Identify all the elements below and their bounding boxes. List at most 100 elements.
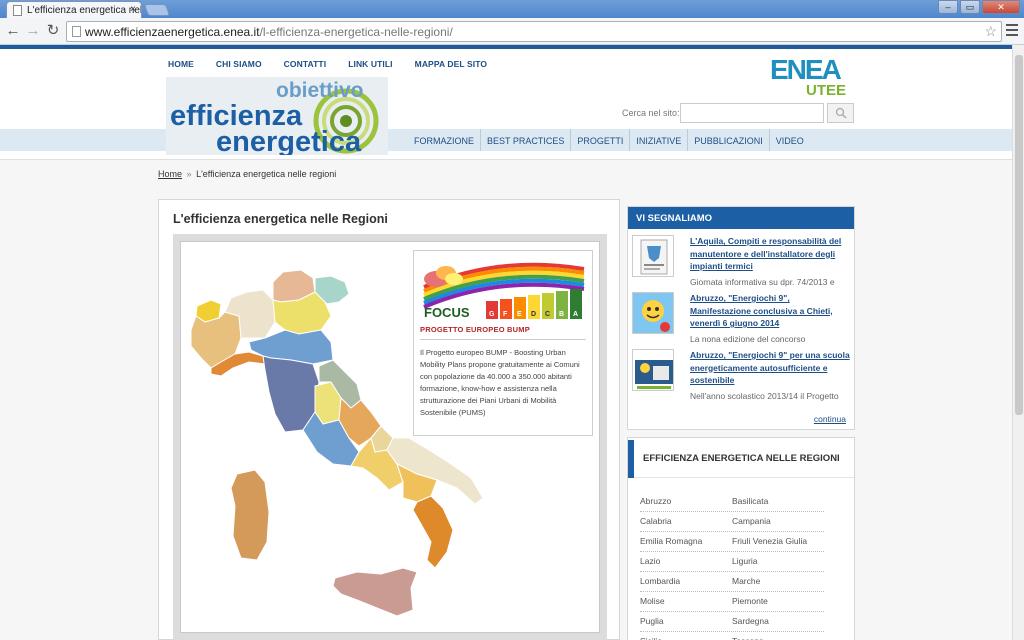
svg-text:C: C (545, 311, 550, 318)
region-link[interactable]: Emilia Romagna (640, 532, 732, 551)
forward-icon[interactable]: → (24, 22, 42, 40)
menu-video[interactable]: VIDEO (770, 129, 810, 151)
continua-link[interactable]: continua (814, 414, 846, 424)
region-sicilia[interactable] (332, 567, 418, 617)
focus-description: Il Progetto europeo BUMP - Boosting Urba… (420, 348, 580, 417)
topnav-contatti[interactable]: CONTATTI (284, 59, 327, 69)
maximize-button[interactable]: ▭ (960, 0, 980, 14)
page-title: L'efficienza energetica nelle Regioni (173, 212, 388, 226)
region-link[interactable]: Sardegna (732, 612, 824, 631)
search-icon (835, 107, 847, 119)
menu-pubblicazioni[interactable]: PUBBLICAZIONI (688, 129, 770, 151)
news-summary: La nona edizione del concorso (690, 334, 806, 344)
breadcrumb-current: L'efficienza energetica nelle regioni (196, 169, 337, 179)
focus-project-box[interactable]: FOCUS G F E D C B A PROGETTO EUROPEO BUM… (413, 250, 593, 436)
bookmark-star-icon[interactable]: ☆ (984, 23, 997, 40)
region-link[interactable]: Lombardia (640, 572, 732, 591)
region-link[interactable]: Sicilia (640, 632, 732, 640)
breadcrumb-separator: » (186, 169, 192, 179)
region-row: Lazio Liguria (640, 552, 824, 572)
url-host: www.efficienzaenergetica.enea.it (85, 25, 260, 39)
main-menu: FORMAZIONE BEST PRACTICES PROGETTI INIZI… (408, 129, 810, 151)
region-link[interactable]: Puglia (640, 612, 732, 631)
topnav-link-utili[interactable]: LINK UTILI (348, 59, 392, 69)
region-link[interactable]: Abruzzo (640, 492, 732, 511)
enea-text: ENEA (770, 54, 842, 85)
logo-line1: obiettivo (276, 79, 364, 102)
topnav-chi-siamo[interactable]: CHI SIAMO (216, 59, 262, 69)
svg-text:E: E (517, 311, 522, 318)
minimize-button[interactable]: – (938, 0, 958, 14)
news-title[interactable]: L'Aquila, Compiti e responsabilità del m… (690, 235, 850, 273)
vi-segnaliamo-panel: VI SEGNALIAMO L'Aquila, Compiti e respon… (627, 206, 855, 430)
menu-formazione[interactable]: FORMAZIONE (408, 129, 481, 151)
topnav-home[interactable]: HOME (168, 59, 194, 69)
focus-logo-text: FOCUS (424, 305, 470, 320)
focus-banner-image: FOCUS G F E D C B A (420, 257, 586, 321)
region-link[interactable]: Campania (732, 512, 824, 531)
focus-divider (420, 339, 586, 340)
region-link[interactable]: Molise (640, 592, 732, 611)
news-thumbnail[interactable] (632, 235, 674, 277)
region-link[interactable]: Marche (732, 572, 824, 591)
region-row: Molise Piemonte (640, 592, 824, 612)
news-thumbnail[interactable] (632, 349, 674, 391)
window-controls: – ▭ ✕ (938, 0, 1020, 14)
svg-text:D: D (531, 311, 536, 318)
italy-map-panel: FOCUS G F E D C B A PROGETTO EUROPEO BUM… (180, 241, 600, 633)
region-link[interactable]: Liguria (732, 552, 824, 571)
reload-icon[interactable]: ↻ (44, 22, 62, 40)
region-calabria[interactable] (412, 495, 454, 569)
region-row: Calabria Campania (640, 512, 824, 532)
region-link[interactable]: Toscana (732, 632, 824, 640)
region-row: Emilia Romagna Friuli Venezia Giulia (640, 532, 824, 552)
new-tab-button[interactable] (143, 4, 171, 16)
map-frame: FOCUS G F E D C B A PROGETTO EUROPEO BUM… (173, 234, 607, 640)
browser-menu-icon[interactable] (1006, 24, 1018, 39)
region-link[interactable]: Basilicata (732, 492, 824, 511)
enea-logo[interactable]: ENEA UTEE (770, 53, 854, 99)
news-summary: Nell'anno scolastico 2013/14 il Progetto (690, 391, 839, 401)
page-scrollbar[interactable] (1012, 45, 1024, 640)
region-sardegna[interactable] (230, 469, 270, 561)
vi-segnaliamo-title: VI SEGNALIAMO (628, 207, 854, 229)
region-link[interactable]: Calabria (640, 512, 732, 531)
region-row: Lombardia Marche (640, 572, 824, 592)
browser-toolbar: ← → ↻ www.efficienzaenergetica.enea.it/l… (0, 18, 1024, 45)
browser-tab[interactable]: L'efficienza energetica nelle r × (6, 1, 142, 18)
region-link[interactable]: Piemonte (732, 592, 824, 611)
page-icon (72, 26, 81, 37)
regions-list: Abruzzo Basilicata Calabria Campania Emi… (640, 492, 824, 640)
page-icon (13, 5, 22, 16)
menu-iniziative[interactable]: INIZIATIVE (630, 129, 689, 151)
regions-title: EFFICIENZA ENERGETICA NELLE REGIONI (643, 453, 840, 464)
utee-text: UTEE (806, 82, 846, 97)
close-tab-icon[interactable]: × (130, 4, 136, 15)
region-row: Puglia Sardegna (640, 612, 824, 632)
svg-text:A: A (573, 311, 578, 318)
address-bar[interactable]: www.efficienzaenergetica.enea.it/l-effic… (66, 21, 1002, 42)
scrollbar-thumb[interactable] (1015, 55, 1023, 415)
menu-best-practices[interactable]: BEST PRACTICES (481, 129, 572, 151)
logo-line3: energetica (216, 126, 362, 155)
svg-text:G: G (489, 311, 495, 318)
search-label: Cerca nel sito: (622, 108, 680, 118)
close-window-button[interactable]: ✕ (982, 0, 1020, 14)
news-thumbnail[interactable] (632, 292, 674, 334)
browser-tabstrip: L'efficienza energetica nelle r × – ▭ ✕ (0, 0, 1024, 18)
region-link[interactable]: Lazio (640, 552, 732, 571)
site-logo[interactable]: obiettivo efficienza energetica (166, 77, 388, 155)
breadcrumb-home[interactable]: Home (158, 169, 182, 179)
news-title[interactable]: Abruzzo, "Energiochi 9" per una scuola e… (690, 349, 850, 387)
search-input[interactable] (680, 103, 824, 123)
search-button[interactable] (827, 103, 854, 123)
region-link[interactable]: Friuli Venezia Giulia (732, 532, 824, 551)
svg-text:F: F (503, 311, 508, 318)
news-summary: Giornata informativa su dpr. 74/2013 e (690, 277, 835, 287)
menu-progetti[interactable]: PROGETTI (571, 129, 631, 151)
topnav-mappa[interactable]: MAPPA DEL SITO (415, 59, 487, 69)
main-content: L'efficienza energetica nelle Regioni FO… (158, 199, 620, 640)
regions-header-accent (628, 440, 634, 478)
news-title[interactable]: Abruzzo, "Energiochi 9", Manifestazione … (690, 292, 850, 330)
back-icon[interactable]: ← (4, 22, 22, 40)
